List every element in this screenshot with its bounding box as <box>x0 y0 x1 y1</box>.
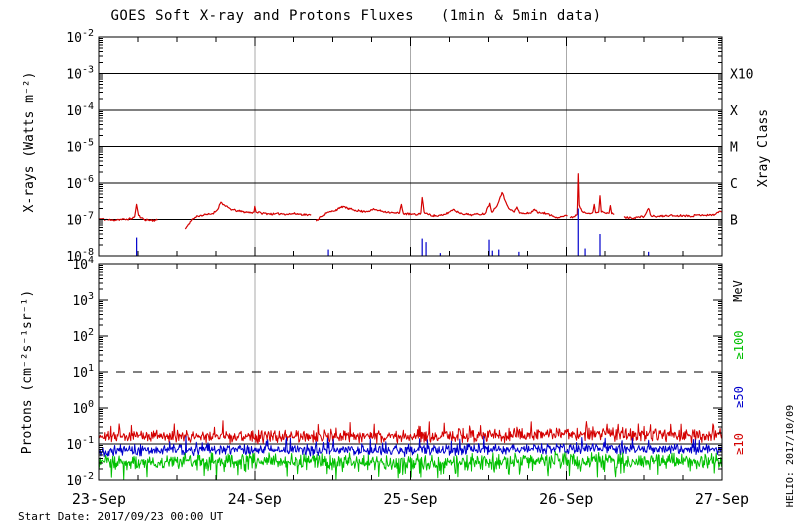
y-tick-label: 10-5 <box>66 138 94 156</box>
xray-class-axis-title: Xray Class <box>756 108 771 188</box>
mev-axis-title: MeV <box>731 280 745 302</box>
xray-long-wavelength-series <box>184 201 312 230</box>
proton-ge100-label: ≥100 <box>732 330 746 360</box>
chart-title: GOES Soft X-ray and Protons Fluxes (1min… <box>110 8 602 24</box>
xray-class-label: B <box>730 214 738 229</box>
xray-class-label: C <box>730 177 738 192</box>
x-tick-label: 26-Sep <box>539 490 593 508</box>
protons-panel: 104 103 102 101 100 10-1 10-2 <box>66 255 723 489</box>
xray-class-label: M <box>730 141 738 156</box>
y-tick-label: 102 <box>72 327 94 345</box>
y-tick-label: 10-4 <box>66 101 94 119</box>
y-tick-label: 10-1 <box>66 435 94 453</box>
y-tick-label: 10-3 <box>66 65 94 83</box>
proton-y-axis-label: Protons (cm⁻²s⁻¹sr⁻¹) <box>20 289 35 455</box>
y-tick-label: 100 <box>72 399 94 417</box>
x-tick-label: 24-Sep <box>228 490 282 508</box>
y-tick-label: 101 <box>72 363 94 381</box>
xray-long-wavelength-series <box>99 203 158 222</box>
xray-class-label: X <box>730 104 738 119</box>
x-tick-label: 25-Sep <box>383 490 437 508</box>
y-tick-label: 10-7 <box>66 211 94 229</box>
plot-canvas: 10-210-310-410-510-610-710-8X10XMCB10410… <box>66 28 753 508</box>
xray-panel: 10-210-310-410-510-610-710-8X10XMCB <box>66 28 753 265</box>
y-tick-label: 10-2 <box>66 471 94 489</box>
proton-ge50-label: ≥50 <box>732 386 746 408</box>
goes-flux-chart: 10-2 10-3 10-4 10-5 10-6 10-7 10-8 X10 X M C B 104 10… <box>0 0 800 530</box>
proton-ge10-label: ≥10 <box>732 433 746 455</box>
x-tick-label: 23-Sep <box>72 490 126 508</box>
y-tick-label: 10-6 <box>66 174 94 192</box>
xray-long-wavelength-series <box>569 173 615 219</box>
x-tick-label: 27-Sep <box>695 490 749 508</box>
xray-class-label: X10 <box>730 68 753 83</box>
y-tick-label: 10-2 <box>66 28 94 46</box>
y-tick-label: 104 <box>72 255 94 273</box>
helio-watermark: HELIO: 2017/10/09 <box>785 404 796 508</box>
xray-long-wavelength-series <box>315 191 568 222</box>
xray-long-wavelength-series <box>623 207 722 220</box>
xray-y-axis-label: X-rays (Watts m⁻²) <box>22 71 37 213</box>
y-tick-label: 103 <box>72 291 94 309</box>
start-date-label: Start Date: 2017/09/23 00:00 UT <box>18 510 224 523</box>
